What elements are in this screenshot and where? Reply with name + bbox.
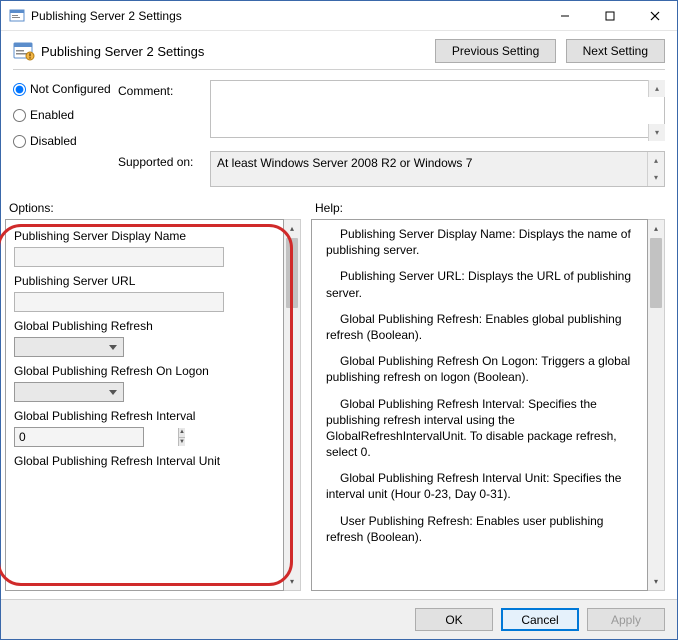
options-body: Publishing Server Display Name Publishin…: [5, 219, 284, 591]
options-scrollbar[interactable]: ▴ ▾: [284, 219, 301, 591]
option-display-name-label: Publishing Server Display Name: [14, 229, 275, 243]
settings-window: Publishing Server 2 Settings: [0, 0, 678, 640]
option-global-refresh-logon-label: Global Publishing Refresh On Logon: [14, 364, 275, 378]
button-bar: OK Cancel Apply: [1, 599, 677, 639]
help-p6: Global Publishing Refresh Interval Unit:…: [326, 470, 637, 502]
option-global-refresh-label: Global Publishing Refresh: [14, 319, 275, 333]
radio-enabled-input[interactable]: [13, 109, 26, 122]
supported-label: Supported on:: [118, 151, 204, 169]
help-p5: Global Publishing Refresh Interval: Spec…: [326, 396, 637, 461]
scroll-down-icon[interactable]: ▾: [647, 169, 664, 186]
help-p1: Publishing Server Display Name: Displays…: [326, 226, 637, 258]
option-url-input[interactable]: [14, 292, 224, 312]
config-section: Not Configured Enabled Disabled Comment:…: [1, 70, 677, 193]
help-scrollbar[interactable]: ▴ ▾: [648, 219, 665, 591]
scroll-down-icon[interactable]: ▾: [648, 124, 665, 141]
supported-scrollbar[interactable]: ▴ ▾: [647, 152, 664, 186]
option-url-label: Publishing Server URL: [14, 274, 275, 288]
help-p7: User Publishing Refresh: Enables user pu…: [326, 513, 637, 545]
next-setting-button[interactable]: Next Setting: [566, 39, 665, 63]
option-display-name-input[interactable]: [14, 247, 224, 267]
radio-not-configured[interactable]: Not Configured: [13, 82, 118, 96]
radio-enabled-label: Enabled: [30, 108, 74, 122]
spinner-down-icon[interactable]: ▼: [179, 438, 185, 447]
help-p3: Global Publishing Refresh: Enables globa…: [326, 311, 637, 343]
option-global-refresh-logon-combo[interactable]: [14, 382, 124, 402]
scrollbar-thumb[interactable]: [650, 238, 662, 308]
policy-icon: [13, 40, 35, 62]
help-pane: Help: Publishing Server Display Name: Di…: [311, 201, 665, 591]
comment-scrollbar[interactable]: ▴ ▾: [648, 80, 665, 141]
scrollbar-thumb[interactable]: [286, 238, 298, 308]
comment-input[interactable]: [210, 80, 665, 138]
option-global-refresh-interval-spinner[interactable]: ▲ ▼: [14, 427, 144, 447]
state-radios: Not Configured Enabled Disabled: [13, 80, 118, 187]
help-label: Help:: [311, 201, 665, 219]
maximize-button[interactable]: [587, 1, 632, 30]
page-title: Publishing Server 2 Settings: [41, 44, 429, 59]
supported-on-box: At least Windows Server 2008 R2 or Windo…: [210, 151, 665, 187]
cancel-button[interactable]: Cancel: [501, 608, 579, 631]
radio-disabled[interactable]: Disabled: [13, 134, 118, 148]
app-icon: [9, 8, 25, 24]
option-global-refresh-interval-input[interactable]: [15, 428, 178, 446]
radio-not-configured-input[interactable]: [13, 83, 26, 96]
header: Publishing Server 2 Settings Previous Se…: [1, 31, 677, 69]
window-controls: [542, 1, 677, 30]
options-label: Options:: [5, 201, 301, 219]
supported-on-value: At least Windows Server 2008 R2 or Windo…: [217, 156, 472, 170]
apply-button[interactable]: Apply: [587, 608, 665, 631]
option-global-refresh-combo[interactable]: [14, 337, 124, 357]
close-button[interactable]: [632, 1, 677, 30]
radio-not-configured-label: Not Configured: [30, 82, 111, 96]
scroll-down-icon[interactable]: ▾: [284, 573, 300, 590]
help-p2: Publishing Server URL: Displays the URL …: [326, 268, 637, 300]
options-pane: Options: Publishing Server Display Name …: [5, 201, 301, 591]
help-p4: Global Publishing Refresh On Logon: Trig…: [326, 353, 637, 385]
help-body: Publishing Server Display Name: Displays…: [311, 219, 648, 591]
option-global-refresh-interval-unit-label: Global Publishing Refresh Interval Unit: [14, 454, 275, 468]
scroll-up-icon[interactable]: ▴: [648, 80, 665, 97]
radio-disabled-label: Disabled: [30, 134, 77, 148]
scroll-up-icon[interactable]: ▴: [648, 220, 664, 237]
comment-label: Comment:: [118, 80, 204, 98]
scroll-up-icon[interactable]: ▴: [284, 220, 300, 237]
titlebar: Publishing Server 2 Settings: [1, 1, 677, 31]
minimize-button[interactable]: [542, 1, 587, 30]
radio-enabled[interactable]: Enabled: [13, 108, 118, 122]
main: Options: Publishing Server Display Name …: [1, 193, 677, 599]
radio-disabled-input[interactable]: [13, 135, 26, 148]
scroll-down-icon[interactable]: ▾: [648, 573, 664, 590]
window-title: Publishing Server 2 Settings: [31, 9, 542, 23]
option-global-refresh-interval-label: Global Publishing Refresh Interval: [14, 409, 275, 423]
scroll-up-icon[interactable]: ▴: [647, 152, 664, 169]
ok-button[interactable]: OK: [415, 608, 493, 631]
spinner-up-icon[interactable]: ▲: [179, 428, 185, 438]
previous-setting-button[interactable]: Previous Setting: [435, 39, 556, 63]
